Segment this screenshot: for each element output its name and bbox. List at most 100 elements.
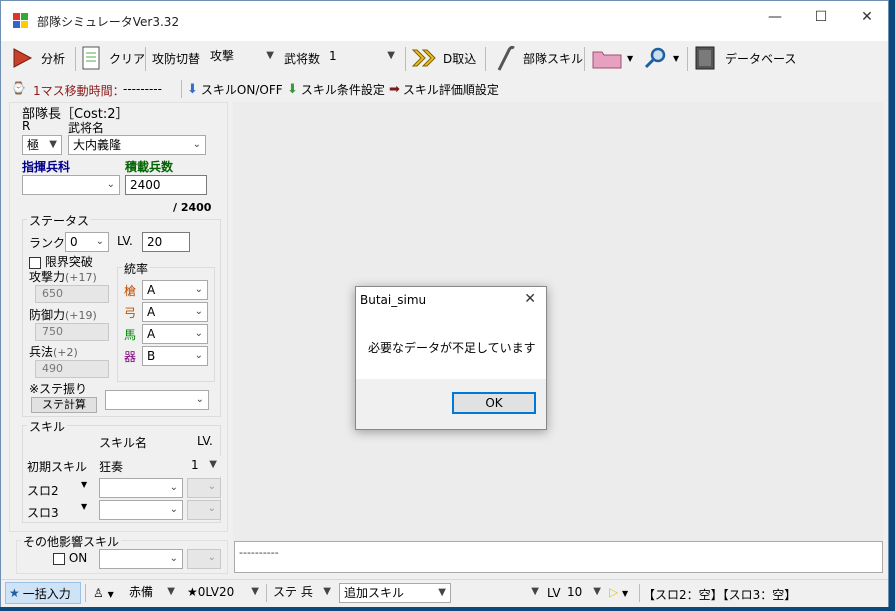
double-chevron-right-icon <box>411 49 436 67</box>
rank-label: ランク <box>29 236 66 250</box>
database-button[interactable]: データベース <box>693 43 796 73</box>
chevron-down-icon: ▼ <box>209 459 217 470</box>
chevron-down-icon: ⌄ <box>207 503 216 514</box>
status-group: ステータス ランク 0 ⌄ LV. 20 限界突破 攻撃力(+17) 650 防御… <box>22 212 221 417</box>
dialog-close-button[interactable]: ✕ <box>524 291 536 307</box>
skill-eval-order-button[interactable]: ➡ スキル評価順設定 <box>389 74 499 104</box>
rank-select[interactable]: 0 ⌄ <box>65 232 109 252</box>
status-lv-select[interactable]: 10 ▼ <box>563 583 605 603</box>
chevron-down-icon[interactable]: ▼ <box>81 480 87 489</box>
skill-condition-label: スキル条件設定 <box>300 82 385 97</box>
other-skill-select[interactable]: ⌄ <box>99 549 183 569</box>
folder-menu-button[interactable]: ▼ <box>591 43 633 73</box>
spear-aptitude-select[interactable]: A ⌄ <box>142 280 208 300</box>
app-window: 部隊シミュレータVer3.32 — ☐ ✕ 分析 クリア 攻防切替 攻撃 ▼ 武将… <box>0 0 889 607</box>
general-count-select[interactable]: 1 ▼ <box>325 47 399 67</box>
chevron-down-icon: ▼ <box>266 50 274 61</box>
analyze-button[interactable]: 分析 <box>11 43 65 73</box>
atk-def-label: 攻防切替 <box>152 52 201 66</box>
command-aptitude-title: 統率 <box>122 260 151 277</box>
unit-skill-label: 部隊スキル <box>523 51 584 66</box>
skill-onoff-button[interactable]: ⬇ スキルON/OFF <box>187 74 283 104</box>
maximize-button[interactable]: ☐ <box>798 1 844 33</box>
slot3-lv-select: ⌄ <box>187 500 221 520</box>
chevron-down-icon[interactable]: ▼ <box>81 502 87 511</box>
chevron-down-icon: ⌄ <box>106 179 115 190</box>
slot3-skill-select[interactable]: ⌄ <box>99 500 183 520</box>
command-type-label: 指揮兵科 <box>22 160 71 174</box>
chevron-down-icon: ⌄ <box>207 552 216 563</box>
move-time-label: 1マス移動時間： <box>33 84 125 98</box>
skill-lv-header: LV. <box>197 434 213 448</box>
clear-button[interactable]: クリア <box>81 43 145 73</box>
toolbar-separator <box>405 47 406 71</box>
general-name-select[interactable]: 大内義隆 ⌄ <box>68 135 206 155</box>
command-type-select[interactable]: ⌄ <box>22 175 120 195</box>
close-button[interactable]: ✕ <box>844 1 890 33</box>
rarity-select[interactable]: 極 ▼ <box>22 135 62 155</box>
chevron-down-icon: ⌄ <box>95 236 104 247</box>
skill-condition-button[interactable]: ⬇ スキル条件設定 <box>287 74 385 104</box>
weapon-aptitude-select[interactable]: B ⌄ <box>142 346 208 366</box>
status-bar: ★ 一括入力 ♙ ▼ 赤備 ▼ ★0LV20 ▼ ステ 兵 ▼ 追加スキル ▼ ▼ LV… <box>1 579 888 607</box>
message-dialog: Butai_simu ✕ 必要なデータが不足しています OK <box>355 286 547 430</box>
skill-name-header: スキル名 <box>99 436 148 450</box>
toolbar-separator <box>75 47 76 71</box>
search-menu-button[interactable]: ▼ <box>643 43 679 73</box>
defense-label: 防御力(+19) <box>29 308 97 322</box>
bow-label: 弓 <box>124 306 137 320</box>
chevron-down-icon: ⌄ <box>194 284 203 295</box>
play-icon <box>13 48 33 68</box>
general-name-label: 武将名 <box>68 121 105 135</box>
initial-skill-lv-select[interactable]: 1 ▼ <box>187 456 221 476</box>
lv-preset-select[interactable]: ★0LV20 ▼ <box>183 583 263 603</box>
stat-type-select[interactable]: ステ 兵 ▼ <box>269 583 335 603</box>
log-output: ---------- <box>234 541 883 573</box>
play-yellow-icon[interactable]: ▷ ▼ <box>609 585 628 599</box>
stat-calc-button[interactable]: ステ計算 <box>31 397 97 413</box>
clear-label: クリア <box>109 51 146 66</box>
person-icon[interactable]: ♙ ▼ <box>93 586 114 600</box>
lv-input[interactable]: 20 <box>142 232 190 252</box>
d-import-button[interactable]: D取込 <box>411 43 476 73</box>
troops-label: 積載兵数 <box>125 160 174 174</box>
checkbox-icon <box>53 552 65 565</box>
checkbox-icon <box>29 256 41 269</box>
add-skill-select[interactable]: 追加スキル ▼ <box>339 583 451 603</box>
document-icon <box>82 46 100 70</box>
bulk-input-button[interactable]: ★ 一括入力 <box>5 582 81 604</box>
chevron-down-icon: ⌄ <box>169 504 178 515</box>
chevron-down-icon: ▼ <box>323 586 331 597</box>
add-skill-extra-select[interactable]: ▼ <box>453 583 543 603</box>
chevron-down-icon: ⌄ <box>207 481 216 492</box>
folder-icon <box>592 51 622 69</box>
main-toolbar: 分析 クリア 攻防切替 攻撃 ▼ 武将数 1 ▼ D取込 部隊スキル ▼ ▼ デ… <box>1 41 888 75</box>
result-area <box>233 102 883 542</box>
attack-value: 650 <box>35 285 109 303</box>
troops-input[interactable]: 2400 <box>125 175 207 195</box>
stat-alloc-select[interactable]: ⌄ <box>105 390 209 410</box>
red-prep-select[interactable]: 赤備 ▼ <box>125 583 179 603</box>
move-time-value: --------- <box>123 82 162 96</box>
other-skill-title: その他影響スキル <box>21 533 122 550</box>
atk-def-select[interactable]: 攻撃 ▼ <box>206 47 278 67</box>
slot2-skill-select[interactable]: ⌄ <box>99 478 183 498</box>
dialog-footer: OK <box>356 379 546 429</box>
status-separator <box>85 584 86 602</box>
other-skill-on-checkbox[interactable]: ON <box>53 551 87 565</box>
minimize-button[interactable]: — <box>752 1 798 33</box>
d-import-label: D取込 <box>443 51 477 66</box>
unit-skill-button[interactable]: 部隊スキル <box>493 43 583 73</box>
leader-panel: 部隊長［Cost:2］ R 武将名 極 ▼ 大内義隆 ⌄ 指揮兵科 積載兵数 ⌄ 2… <box>9 102 228 532</box>
horse-aptitude-select[interactable]: A ⌄ <box>142 324 208 344</box>
magnifier-icon <box>644 47 666 69</box>
bow-aptitude-select[interactable]: A ⌄ <box>142 302 208 322</box>
initial-skill-name: 狂奏 <box>99 460 124 474</box>
slot-summary: 【スロ2：空】【スロ3：空】 <box>643 588 797 602</box>
skill-group-title: スキル <box>27 418 68 435</box>
chevron-down-icon: ⌄ <box>169 482 178 493</box>
dialog-ok-button[interactable]: OK <box>452 392 536 414</box>
arrow-down-blue-icon: ⬇ <box>187 81 198 97</box>
troops-max: / 2400 <box>173 201 212 214</box>
arrow-down-green-icon: ⬇ <box>287 81 298 97</box>
